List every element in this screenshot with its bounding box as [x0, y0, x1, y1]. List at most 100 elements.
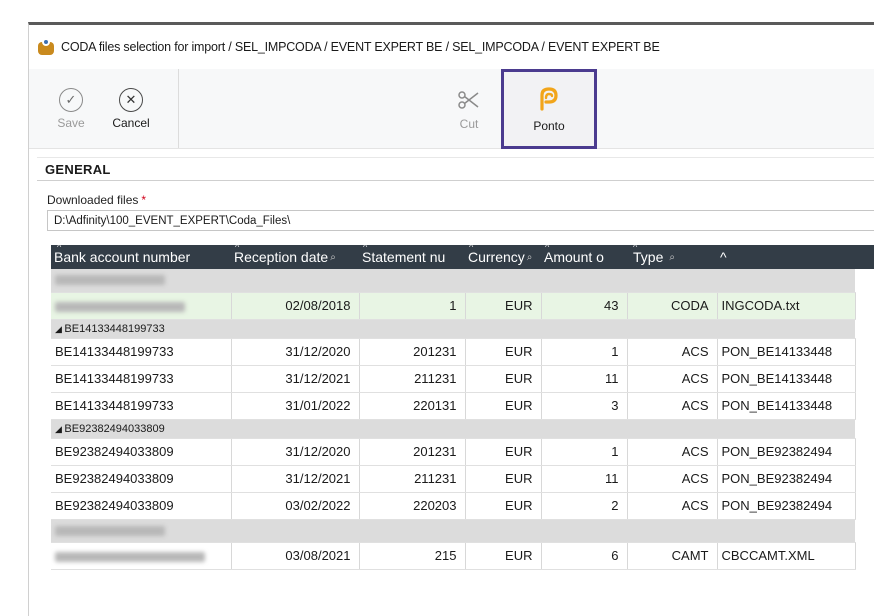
cell-currency: EUR	[465, 492, 542, 520]
cell-file: PON_BE92382494	[717, 438, 856, 466]
redacted-text	[55, 525, 165, 536]
table-row[interactable]: 02/08/2018 1 EUR 43 CODA INGCODA.txt	[51, 292, 856, 320]
expand-triangle-icon[interactable]: ◢	[55, 324, 64, 334]
x-circle-icon: ✕	[119, 87, 143, 112]
cut-label: Cut	[459, 117, 479, 131]
cell-amount: 1	[541, 338, 628, 366]
column-label: Statement nu	[362, 249, 446, 265]
cell-type: CODA	[627, 292, 718, 320]
cell-type: ACS	[627, 338, 718, 366]
cell-type: CAMT	[627, 542, 718, 570]
cell-account: BE14133448199733	[51, 365, 232, 393]
downloaded-files-input[interactable]: D:\Adfinity\100_EVENT_EXPERT\Coda_Files\	[47, 210, 874, 231]
group-cell	[51, 269, 855, 293]
sort-caret-icon: ^	[545, 245, 550, 252]
filter-icon[interactable]: ⌕	[330, 252, 336, 263]
sort-caret-icon: ^	[57, 245, 62, 252]
cell-amount: 11	[541, 465, 628, 493]
app-icon	[37, 38, 55, 56]
group-label: BE92382494033809	[64, 422, 165, 435]
table-row[interactable]: BE14133448199733 31/12/2021 211231 EUR 11 ACS…	[51, 365, 856, 393]
cell-statement: 201231	[359, 438, 466, 466]
column-header-type[interactable]: ^ Type ⌕	[627, 245, 717, 269]
cancel-button[interactable]: ✕ Cancel	[101, 69, 161, 148]
table-row[interactable]: BE14133448199733 31/12/2020 201231 EUR 1 ACS P…	[51, 338, 856, 366]
column-header-currency[interactable]: ^ Currency ⌕	[465, 245, 541, 269]
scissors-icon	[458, 91, 479, 109]
column-header-bank-account[interactable]: ^ Bank account number	[51, 245, 231, 269]
group-cell: ◢ BE92382494033809	[51, 419, 855, 439]
title-bar: CODA files selection for import / SEL_IM…	[29, 25, 874, 69]
cell-file: CBCCAMT.XML	[717, 542, 856, 570]
cell-currency: EUR	[465, 292, 542, 320]
cell-account: BE14133448199733	[51, 392, 232, 420]
group-cell	[51, 519, 855, 543]
sort-caret-icon: ^	[469, 245, 474, 252]
required-marker: *	[141, 193, 147, 207]
column-header-file[interactable]: ^	[717, 245, 855, 269]
cell-file: INGCODA.txt	[717, 292, 856, 320]
toolbar-group-edit: ✓ Save ✕ Cancel	[29, 69, 179, 148]
cell-file: PON_BE14133448	[717, 338, 856, 366]
cell-statement: 215	[359, 542, 466, 570]
cell-date: 03/02/2022	[231, 492, 360, 520]
downloaded-files-label-text: Downloaded files	[47, 193, 139, 207]
cell-amount: 11	[541, 365, 628, 393]
cell-currency: EUR	[465, 542, 542, 570]
group-cell: ◢ BE14133448199733	[51, 319, 855, 339]
save-button[interactable]: ✓ Save	[41, 69, 101, 148]
cell-date: 31/12/2020	[231, 338, 360, 366]
cell-statement: 220131	[359, 392, 466, 420]
cell-type: ACS	[627, 365, 718, 393]
cell-currency: EUR	[465, 338, 542, 366]
cell-date: 02/08/2018	[231, 292, 360, 320]
cancel-label: Cancel	[112, 115, 150, 130]
table-row[interactable]: BE92382494033809 03/02/2022 220203 EUR 2 ACS P…	[51, 492, 856, 520]
cell-currency: EUR	[465, 438, 542, 466]
column-header-reception-date[interactable]: ^ Reception date ⌕	[231, 245, 359, 269]
group-label: BE14133448199733	[64, 322, 165, 335]
cell-account: BE14133448199733	[51, 338, 232, 366]
cell-file: PON_BE14133448	[717, 392, 856, 420]
column-label: Bank account number	[54, 249, 191, 265]
cell-date: 31/12/2021	[231, 365, 360, 393]
table-row[interactable]: 03/08/2021 215 EUR 6 CAMT CBCCAMT.XML	[51, 542, 856, 570]
cell-currency: EUR	[465, 392, 542, 420]
column-label: Currency	[468, 249, 525, 265]
redacted-text	[55, 275, 165, 286]
column-label: Type	[633, 249, 664, 265]
filter-icon[interactable]: ⌕	[527, 252, 533, 263]
filter-icon[interactable]: ⌕	[669, 252, 675, 263]
table-row[interactable]: BE92382494033809 31/12/2021 211231 EUR 11 ACS…	[51, 465, 856, 493]
group-row[interactable]	[51, 269, 855, 293]
ponto-button[interactable]: Ponto	[501, 69, 597, 149]
table-row[interactable]: BE14133448199733 31/01/2022 220131 EUR 3 ACS P…	[51, 392, 856, 420]
cell-file: PON_BE92382494	[717, 465, 856, 493]
downloaded-files-label: Downloaded files *	[47, 193, 874, 207]
table-row[interactable]: BE92382494033809 31/12/2020 201231 EUR 1 ACS P…	[51, 438, 856, 466]
sort-caret-icon: ^	[633, 245, 638, 252]
cell-currency: EUR	[465, 365, 542, 393]
column-header-amount[interactable]: ^ Amount o	[541, 245, 627, 269]
sort-caret-icon: ^	[235, 245, 240, 252]
check-circle-icon: ✓	[59, 87, 83, 112]
cell-amount: 3	[541, 392, 628, 420]
cell-type: ACS	[627, 465, 718, 493]
general-section: GENERAL Downloaded files * D:\Adfinity\10…	[29, 149, 874, 570]
cell-statement: 1	[359, 292, 466, 320]
cut-button[interactable]: Cut	[439, 69, 499, 149]
column-label: Amount o	[544, 249, 604, 265]
group-row[interactable]	[51, 519, 855, 543]
cell-amount: 2	[541, 492, 628, 520]
group-row[interactable]: ◢ BE92382494033809	[51, 419, 855, 439]
group-row[interactable]: ◢ BE14133448199733	[51, 319, 855, 339]
cell-amount: 1	[541, 438, 628, 466]
cell-account: BE92382494033809	[51, 465, 232, 493]
expand-triangle-icon[interactable]: ◢	[55, 424, 64, 434]
sort-caret-icon: ^	[720, 249, 727, 265]
ponto-logo-icon	[540, 87, 558, 111]
coda-files-grid: ^ Bank account number ^ Reception date ⌕…	[51, 245, 874, 570]
cell-date: 31/12/2021	[231, 465, 360, 493]
column-header-statement-number[interactable]: ^ Statement nu	[359, 245, 465, 269]
redacted-text	[55, 551, 205, 562]
